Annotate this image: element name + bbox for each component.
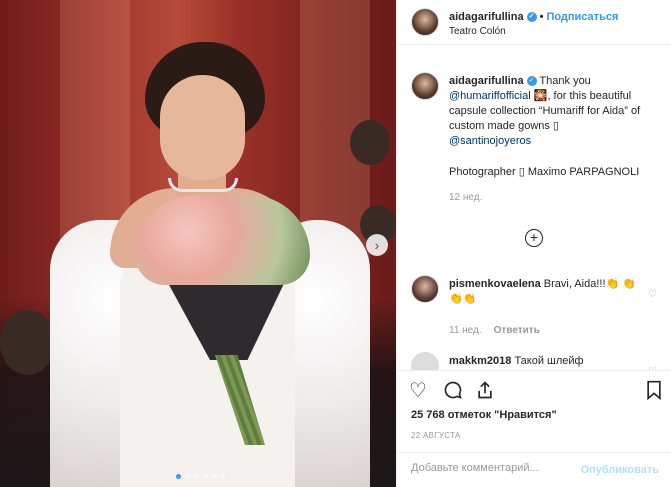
comments-list[interactable]: aidagarifullina ✓ Thank you @humariffoffi… <box>397 55 671 370</box>
share-icon-svg <box>478 381 492 399</box>
necklace <box>168 178 238 192</box>
flower-bouquet <box>135 195 310 285</box>
plus-circle-icon[interactable]: + <box>525 229 543 247</box>
mention-link[interactable]: @santinojoyeros <box>449 135 531 147</box>
location-link[interactable]: Teatro Colón <box>449 26 506 37</box>
carousel-dot <box>221 474 226 479</box>
bookmark-icon-svg <box>647 380 661 401</box>
bookmark-icon[interactable] <box>645 380 663 405</box>
carousel-dot <box>203 474 208 479</box>
avatar[interactable] <box>411 352 439 370</box>
caption-text: Thank you <box>536 75 591 87</box>
likes-count[interactable]: 25 768 отметок "Нравится" <box>411 409 557 421</box>
avatar[interactable] <box>411 8 439 36</box>
carousel-dot <box>212 474 217 479</box>
carousel-dots <box>176 474 226 479</box>
separator-dot: • <box>539 11 544 23</box>
post-header: aidagarifullina ✓ • Подписаться Teatro Coló… <box>397 0 671 45</box>
add-comment-bar: Опубликовать <box>397 452 671 487</box>
post-photo[interactable]: › <box>0 0 396 487</box>
carousel-dot-active <box>176 474 181 479</box>
mention-link[interactable]: @humariffofficial <box>449 90 531 102</box>
comment-username[interactable]: pismenkovaelena <box>449 278 541 290</box>
avatar[interactable] <box>411 72 439 100</box>
author-username[interactable]: aidagarifullina <box>449 11 524 23</box>
post-side-panel: aidagarifullina ✓ • Подписаться Teatro Coló… <box>396 0 671 487</box>
post-date[interactable]: 22 АВГУСТА <box>411 431 461 440</box>
publish-button[interactable]: Опубликовать <box>580 464 659 476</box>
post-author-line: aidagarifullina ✓ • Подписаться <box>449 11 618 23</box>
comment-username[interactable]: makkm2018 <box>449 355 511 367</box>
comment-text: Такой шлейф <box>511 355 584 367</box>
singer-figure <box>50 40 370 487</box>
caption-photographer: Photographer ▯ Maximo PARPAGNOLI <box>449 166 640 178</box>
action-bar: ♡ <box>397 370 671 410</box>
carousel-dot <box>185 474 190 479</box>
avatar[interactable] <box>411 275 439 303</box>
comment-icon[interactable] <box>443 380 463 405</box>
share-icon[interactable] <box>475 380 495 405</box>
face <box>160 75 245 180</box>
verified-badge-icon: ✓ <box>526 12 537 23</box>
comment-input[interactable] <box>411 462 581 474</box>
heart-icon[interactable]: ♡ <box>648 287 657 302</box>
comment-time[interactable]: 11 нед. <box>449 325 482 336</box>
caption-time[interactable]: 12 нед. <box>449 190 643 205</box>
reply-button[interactable]: Ответить <box>494 325 540 336</box>
carousel-dot <box>194 474 199 479</box>
heart-icon[interactable]: ♡ <box>409 380 427 402</box>
chevron-right-icon[interactable]: › <box>366 234 388 256</box>
verified-badge-icon: ✓ <box>526 76 537 87</box>
musician-head <box>0 310 55 375</box>
follow-button[interactable]: Подписаться <box>546 11 618 23</box>
caption-username[interactable]: aidagarifullina <box>449 75 524 87</box>
comment-icon-svg <box>444 381 462 399</box>
